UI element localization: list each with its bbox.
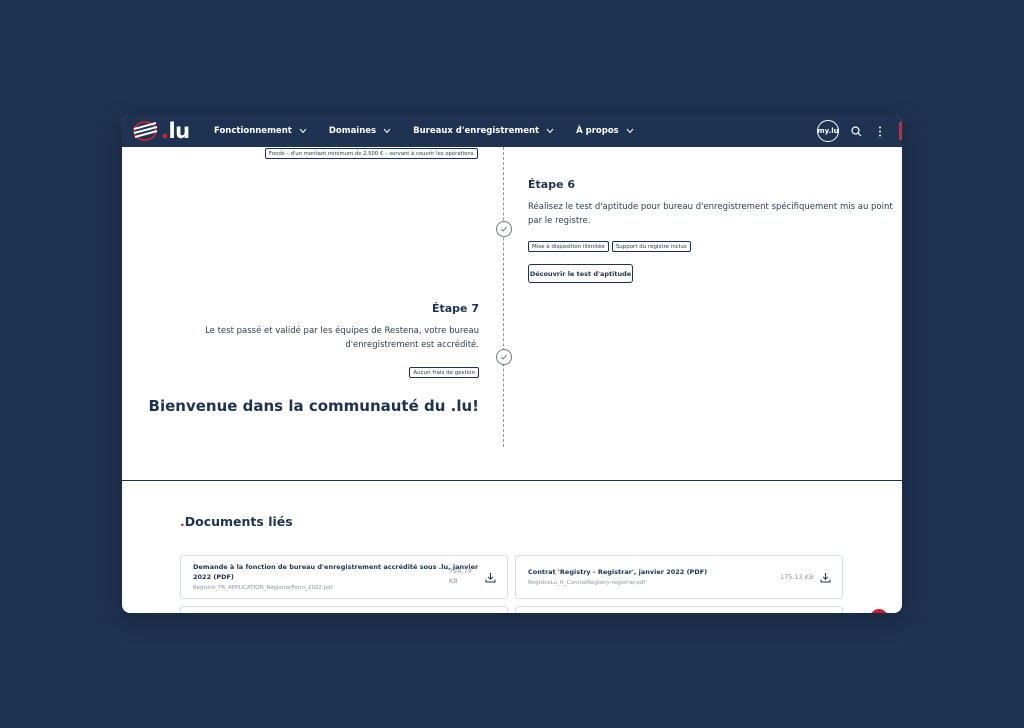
document-size-unit: KB — [449, 577, 458, 585]
menu-item-fonctionnement[interactable]: Fonctionnement — [214, 126, 307, 136]
accent-strip — [899, 122, 902, 140]
step7-title: Étape 7 — [431, 302, 479, 315]
welcome-heading: Bienvenue dans la communauté du .lu! — [148, 397, 479, 415]
document-filename: RegistreLu_fr_ContratRegistry-registrar.… — [528, 580, 646, 586]
menu-item-domaines[interactable]: Domaines — [329, 126, 391, 136]
browser-window: .lu Fonctionnement Domaines Bureaux d'en… — [122, 115, 902, 613]
more-vertical-icon[interactable] — [873, 124, 887, 138]
chevron-down-icon — [299, 128, 307, 134]
document-title: Demande à la fonction de bureau d'enregi… — [193, 562, 479, 582]
step6-tags: Mise à disposition illimitée Support du … — [528, 241, 691, 252]
document-filename: Registre_FR_APPLICATION_RegistrarForm_20… — [193, 585, 333, 591]
navbar-actions: my.lu — [817, 115, 902, 147]
menu-item-label: Bureaux d'enregistrement — [413, 126, 540, 136]
step6-text-line: par le registre. — [528, 216, 591, 226]
document-title-line: 2022 (PDF) — [193, 573, 234, 581]
search-icon[interactable] — [849, 124, 863, 138]
document-card[interactable]: Demande à la fonction de bureau d'enregi… — [180, 555, 508, 599]
navbar: .lu Fonctionnement Domaines Bureaux d'en… — [122, 115, 902, 147]
chevron-down-icon — [546, 128, 554, 134]
chevron-down-icon — [626, 128, 634, 134]
top-partial-tag: Fonds – d'un montant minimum de 2.500 € … — [265, 148, 478, 159]
menu-item-label: À propos — [576, 126, 619, 136]
chevron-down-icon — [383, 128, 391, 134]
document-card-partial[interactable] — [180, 606, 508, 613]
document-size: 175.13 KB — [780, 573, 814, 581]
document-card-partial[interactable] — [515, 606, 843, 613]
document-card[interactable]: Contrat 'Registry - Registrar', janvier … — [515, 555, 843, 599]
step7-tag: Aucun frais de gestion — [409, 367, 479, 378]
discover-aptitude-test-button[interactable]: Découvrir le test d'aptitude — [528, 264, 633, 283]
step6-title: Étape 6 — [528, 178, 576, 191]
step7-check-icon — [496, 349, 512, 365]
mylu-account-icon[interactable]: my.lu — [817, 120, 839, 142]
section-divider — [122, 480, 902, 481]
step7-text: Le test passé et validé par les équipes … — [179, 324, 479, 352]
logo[interactable]: .lu — [132, 119, 196, 143]
timeline-line — [503, 147, 504, 447]
document-size: 724.79 KB — [449, 566, 472, 586]
mylu-label: my.lu — [817, 127, 839, 135]
logo-mark-icon — [133, 121, 158, 141]
step7-text-line: Le test passé et validé par les équipes … — [205, 326, 479, 336]
step6-check-icon — [496, 221, 512, 237]
step6-text-line: Réalisez le test d'aptitude pour bureau … — [528, 202, 893, 212]
document-title-line: Demande à la fonction de bureau d'enregi… — [193, 563, 479, 571]
main-menu: Fonctionnement Domaines Bureaux d'enregi… — [214, 115, 656, 147]
download-icon[interactable] — [485, 572, 496, 583]
download-icon[interactable] — [820, 572, 831, 583]
step6-tag: Mise à disposition illimitée — [528, 241, 609, 252]
step7-text-line: d'enregistrement est accrédité. — [345, 340, 479, 350]
step6-tag: Support du registre inclus — [611, 241, 691, 252]
menu-item-bureaux[interactable]: Bureaux d'enregistrement — [413, 126, 554, 136]
documents-heading: .Documents liés — [180, 514, 293, 529]
documents-heading-text: Documents liés — [184, 514, 293, 529]
menu-item-a-propos[interactable]: À propos — [576, 126, 634, 136]
chat-bubble-icon[interactable] — [870, 609, 888, 613]
document-size-value: 724.79 — [449, 567, 472, 575]
document-title: Contrat 'Registry - Registrar', janvier … — [528, 568, 708, 576]
logo-text: .lu — [161, 119, 190, 143]
step6-text: Réalisez le test d'aptitude pour bureau … — [528, 200, 893, 228]
menu-item-label: Fonctionnement — [214, 126, 292, 136]
menu-item-label: Domaines — [328, 126, 377, 136]
